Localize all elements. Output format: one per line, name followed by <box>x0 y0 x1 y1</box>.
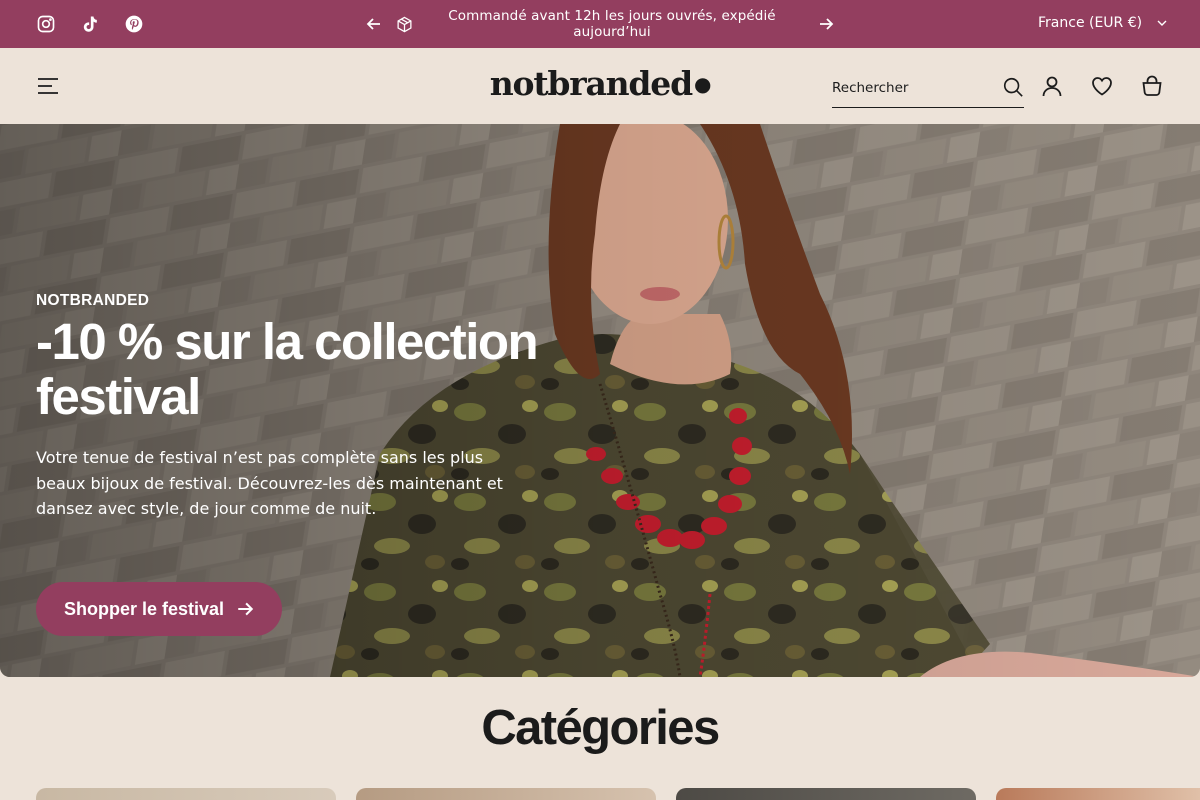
menu-icon[interactable] <box>36 74 60 98</box>
hero-title: -10 % sur la collection festival <box>36 313 539 425</box>
hero-eyebrow: NOTBRANDED <box>36 292 150 309</box>
categories-heading: Catégories <box>481 701 720 755</box>
category-card[interactable] <box>356 788 656 800</box>
arrow-right-icon <box>820 18 834 30</box>
category-card[interactable] <box>676 788 976 800</box>
account-icon[interactable] <box>1040 74 1064 98</box>
search-icon[interactable] <box>1002 76 1024 98</box>
site-header: notbranded ● <box>0 48 1200 124</box>
cart-bag-icon[interactable] <box>1140 74 1164 98</box>
instagram-icon[interactable] <box>36 12 56 36</box>
wishlist-heart-icon[interactable] <box>1090 74 1114 98</box>
category-card[interactable] <box>36 788 336 800</box>
search-input[interactable] <box>832 79 992 96</box>
package-icon <box>394 14 414 34</box>
category-card[interactable] <box>996 788 1200 800</box>
announcement-text: Commandé avant 12h les jours ouvrés, exp… <box>448 8 776 40</box>
social-links <box>36 12 144 36</box>
country-selector[interactable]: France (EUR €) <box>1038 15 1168 31</box>
hero-banner: NOTBRANDED -10 % sur la collection festi… <box>0 124 1200 677</box>
site-logo[interactable]: notbranded ● <box>488 64 712 103</box>
tiktok-icon[interactable] <box>80 12 100 36</box>
logo-dot: ● <box>693 72 711 96</box>
pinterest-icon[interactable] <box>124 12 144 36</box>
search-bar <box>832 68 1024 108</box>
chevron-down-icon <box>1157 20 1167 26</box>
shop-festival-button-label: Shopper le festival <box>63 598 225 619</box>
hero-description: Votre tenue de festival n’est pas complè… <box>36 448 503 518</box>
next-announcement-button[interactable] <box>816 14 836 34</box>
arrow-left-icon <box>366 18 380 30</box>
country-selector-label: France (EUR €) <box>1038 15 1143 31</box>
announcement-bar: Commandé avant 12h les jours ouvrés, exp… <box>0 0 1200 48</box>
previous-announcement-button[interactable] <box>364 14 384 34</box>
shop-festival-button[interactable]: Shopper le festival <box>36 582 282 636</box>
arrow-right-icon <box>238 602 254 616</box>
logo-text: notbranded <box>489 64 693 103</box>
